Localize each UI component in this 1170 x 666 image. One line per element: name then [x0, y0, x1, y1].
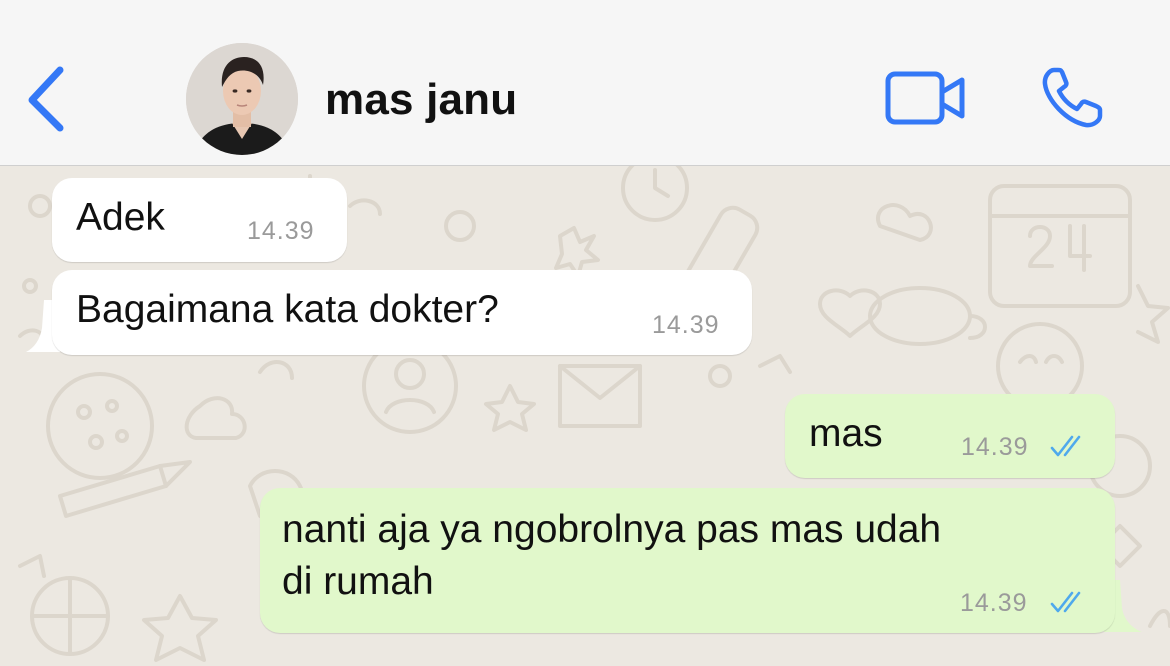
chat-area[interactable]: Adek 14.39 Bagaimana kata dokter? 14.39 … — [0, 166, 1170, 666]
avatar[interactable] — [186, 43, 298, 155]
message-time: 14.39 — [960, 589, 1028, 617]
read-ticks-icon — [1050, 435, 1081, 457]
voice-call-button[interactable] — [1040, 66, 1108, 130]
message-time: 14.39 — [247, 217, 315, 245]
message-bubble-incoming[interactable]: Bagaimana kata dokter? 14.39 — [52, 270, 752, 355]
message-time: 14.39 — [652, 311, 720, 339]
phone-icon — [1042, 67, 1103, 128]
video-camera-icon — [885, 71, 965, 125]
back-button[interactable] — [20, 62, 72, 134]
read-ticks-icon — [1050, 591, 1081, 613]
message-time: 14.39 — [961, 433, 1029, 461]
message-bubble-outgoing[interactable]: mas 14.39 — [785, 394, 1115, 478]
contact-photo — [186, 43, 298, 155]
message-bubble-outgoing[interactable]: nanti aja ya ngobrolnya pas mas udah di … — [260, 488, 1115, 633]
contact-name[interactable]: mas janu — [325, 72, 517, 128]
message-bubble-incoming[interactable]: Adek 14.39 — [52, 178, 347, 262]
message-text: Adek — [76, 196, 165, 239]
message-text: mas — [809, 412, 883, 455]
video-call-button[interactable] — [884, 70, 968, 126]
message-text: Bagaimana kata dokter? — [76, 288, 499, 331]
message-text: nanti aja ya ngobrolnya pas mas udah di … — [282, 508, 942, 603]
chevron-left-icon — [28, 66, 64, 132]
chat-header: mas janu — [0, 0, 1170, 166]
